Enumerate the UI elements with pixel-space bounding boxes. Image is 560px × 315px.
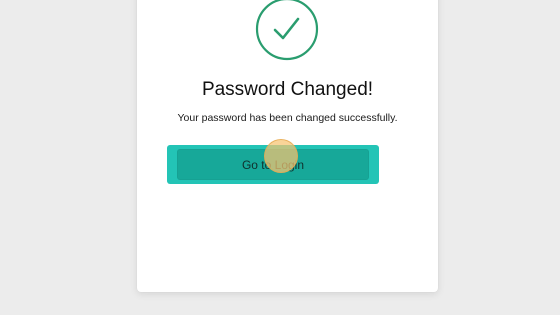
check-circle-icon bbox=[254, 0, 320, 62]
go-to-login-button[interactable]: Go to Login bbox=[167, 145, 379, 184]
page-background: Password Changed! Your password has been… bbox=[0, 0, 560, 315]
success-card: Password Changed! Your password has been… bbox=[137, 0, 438, 292]
page-title: Password Changed! bbox=[201, 79, 374, 100]
go-to-login-label: Go to Login bbox=[241, 157, 305, 172]
success-message: Your password has been changed successfu… bbox=[177, 112, 398, 124]
